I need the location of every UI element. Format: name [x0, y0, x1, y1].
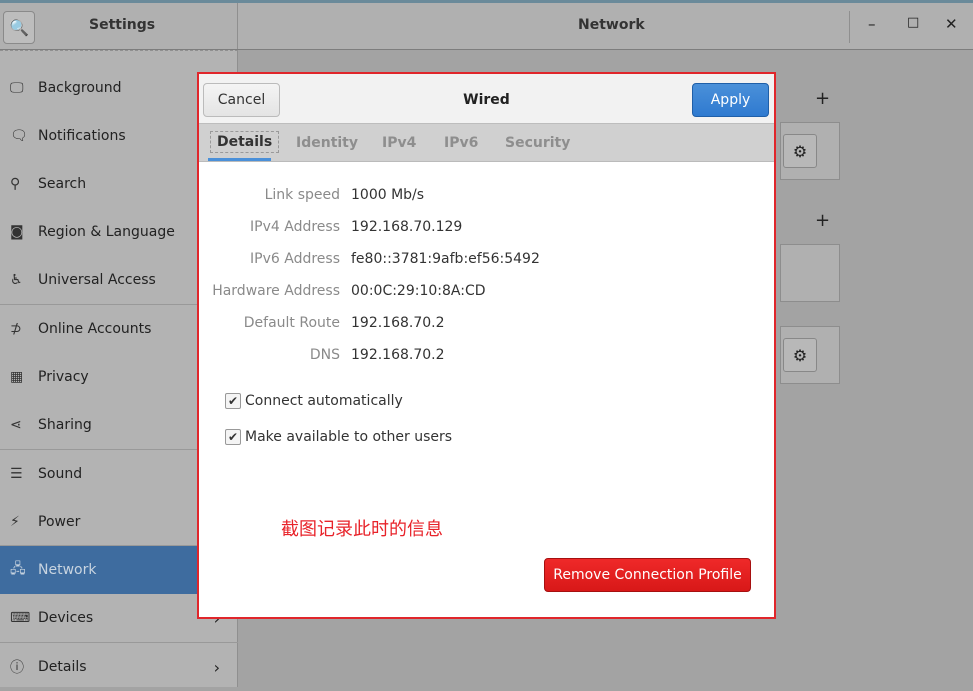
- sidebar-item-label: Details: [38, 659, 87, 675]
- privacy-icon: ▦: [10, 369, 24, 385]
- checkbox-icon[interactable]: ✔: [225, 393, 241, 409]
- apply-button[interactable]: Apply: [692, 83, 769, 117]
- chevron-right-icon: ›: [213, 657, 220, 677]
- network-panel: [780, 244, 840, 302]
- details-icon: ⓘ: [10, 660, 24, 676]
- detail-row: Default Route 192.168.70.2: [199, 315, 774, 335]
- detail-value: fe80::3781:9afb:ef56:5492: [351, 251, 540, 267]
- gear-icon[interactable]: ⚙: [783, 134, 817, 168]
- sidebar-header: 🔍 Settings: [0, 3, 238, 49]
- detail-row: Hardware Address 00:0C:29:10:8A:CD: [199, 283, 774, 303]
- sidebar-item-label: Notifications: [38, 128, 126, 144]
- detail-label: Link speed: [264, 187, 340, 203]
- checkbox-label: Make available to other users: [245, 429, 453, 445]
- detail-value: 00:0C:29:10:8A:CD: [351, 283, 486, 299]
- gear-icon[interactable]: ⚙: [783, 338, 817, 372]
- divider: [849, 11, 850, 43]
- active-tab-indicator: [208, 158, 271, 161]
- detail-value: 192.168.70.129: [351, 219, 463, 235]
- page-title: Network: [578, 17, 645, 33]
- close-button[interactable]: ✕: [945, 15, 958, 33]
- region-language-icon: ◙: [10, 224, 24, 240]
- sidebar-item-label: Universal Access: [38, 272, 156, 288]
- sidebar-item-label: Background: [38, 80, 122, 96]
- maximize-button[interactable]: □: [907, 15, 919, 30]
- connect-automatically-checkbox[interactable]: ✔ Connect automatically: [225, 393, 403, 409]
- remove-connection-profile-button[interactable]: Remove Connection Profile: [544, 558, 751, 592]
- divider: [0, 642, 238, 643]
- online-accounts-icon: ⊅: [10, 321, 22, 337]
- sidebar-item-label: Privacy: [38, 369, 89, 385]
- sidebar-item-label: Online Accounts: [38, 321, 152, 337]
- search-icon: 🔍: [9, 18, 29, 37]
- add-icon[interactable]: +: [815, 210, 830, 231]
- detail-value: 192.168.70.2: [351, 315, 445, 331]
- checkbox-icon[interactable]: ✔: [225, 429, 241, 445]
- background-icon: 🖵: [10, 80, 24, 96]
- sidebar-item-details[interactable]: ⓘ Details ›: [0, 643, 238, 691]
- tab-identity[interactable]: Identity: [296, 135, 358, 151]
- settings-title: Settings: [89, 17, 156, 33]
- devices-icon: ⌨: [10, 610, 31, 626]
- sidebar-item-label: Network: [38, 562, 97, 578]
- tab-ipv6[interactable]: IPv6: [444, 135, 478, 151]
- detail-label: IPv4 Address: [250, 219, 340, 235]
- tab-ipv4[interactable]: IPv4: [382, 135, 416, 151]
- detail-value: 1000 Mb/s: [351, 187, 425, 203]
- wired-dialog: Cancel Wired Apply Details Identity IPv4…: [197, 72, 776, 619]
- sound-icon: ☰: [10, 466, 23, 482]
- sidebar-item-label: Search: [38, 176, 87, 192]
- tab-security[interactable]: Security: [505, 135, 570, 151]
- sidebar-item-label: Region & Language: [38, 224, 175, 240]
- add-icon[interactable]: +: [815, 88, 830, 109]
- search-button[interactable]: 🔍: [3, 11, 35, 44]
- notifications-icon: 🗨: [10, 128, 28, 144]
- search-icon: ⚲: [10, 176, 21, 192]
- detail-label: Hardware Address: [212, 283, 340, 299]
- power-icon: ⚡: [10, 514, 20, 530]
- detail-row: IPv4 Address 192.168.70.129: [199, 219, 774, 239]
- detail-label: Default Route: [243, 315, 340, 331]
- available-to-all-checkbox[interactable]: ✔ Make available to other users: [225, 429, 452, 445]
- detail-label: DNS: [309, 347, 340, 363]
- minimize-button[interactable]: –: [868, 15, 876, 33]
- detail-label: IPv6 Address: [250, 251, 340, 267]
- sidebar-item-label: Sharing: [38, 417, 92, 433]
- tab-bar: Details Identity IPv4 IPv6 Security: [199, 124, 774, 162]
- detail-value: 192.168.70.2: [351, 347, 445, 363]
- sidebar-item-label: Sound: [38, 466, 83, 482]
- sidebar-item-label: Power: [38, 514, 81, 530]
- detail-row: IPv6 Address fe80::3781:9afb:ef56:5492: [199, 251, 774, 271]
- network-icon: 🖧: [10, 561, 26, 577]
- detail-row: Link speed 1000 Mb/s: [199, 187, 774, 207]
- universal-access-icon: ♿: [10, 272, 23, 288]
- sidebar-item-label: Devices: [38, 610, 94, 626]
- dialog-title: Wired: [463, 92, 510, 108]
- detail-row: DNS 192.168.70.2: [199, 347, 774, 367]
- dialog-header: Cancel Wired Apply: [199, 74, 774, 124]
- tab-details[interactable]: Details: [210, 131, 280, 153]
- checkbox-label: Connect automatically: [245, 393, 403, 409]
- annotation-text: 截图记录此时的信息: [281, 519, 443, 540]
- header-bar: 🔍 Settings Network – □ ✕: [0, 3, 973, 50]
- sharing-icon: ⋖: [10, 417, 22, 433]
